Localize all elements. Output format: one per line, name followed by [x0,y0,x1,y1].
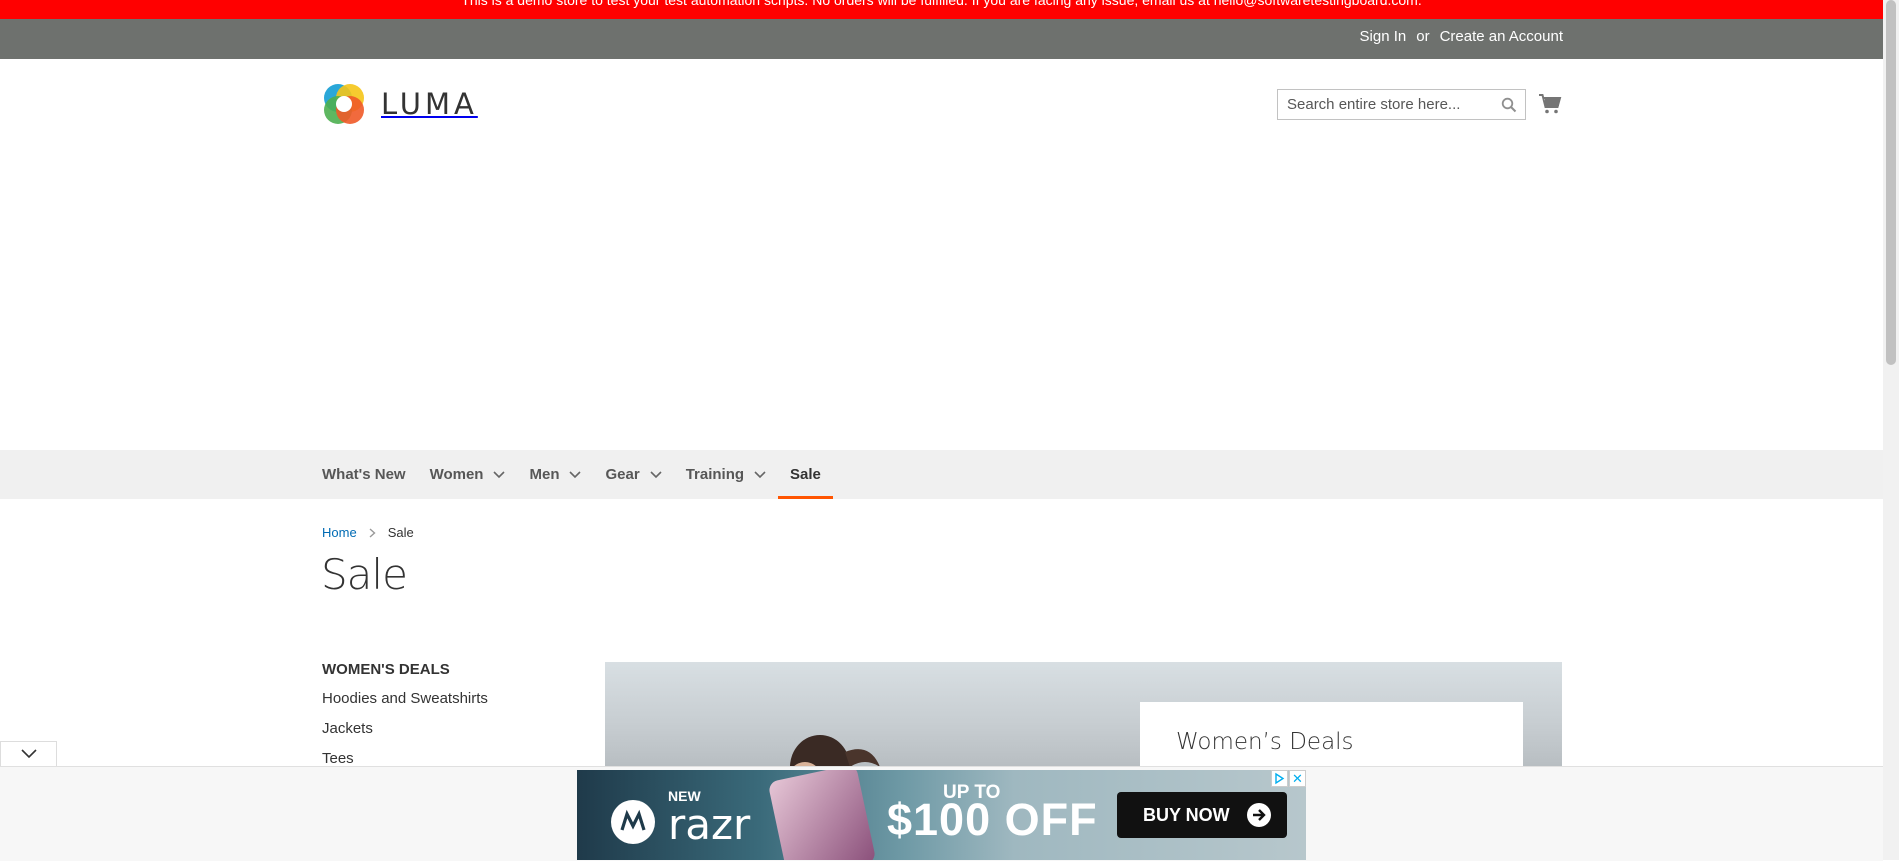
advertisement-banner[interactable]: NEW razr UP TO $100 OFF BUY NOW [577,770,1306,860]
nav-item-training[interactable]: Training [674,450,778,499]
nav-item-label: What's New [322,466,406,483]
ad-brand: razr [668,800,751,849]
sidebar-womens-deals: WOMEN'S DEALS Hoodies and Sweatshirts Ja… [322,661,488,779]
scrollbar-thumb[interactable] [1886,0,1896,365]
sidebar-item-hoodies[interactable]: Hoodies and Sweatshirts [322,689,488,719]
demo-notice-text: This is a demo store to test your test a… [461,0,1422,8]
or-text: or [1416,28,1430,45]
nav-item-women[interactable]: Women [418,450,518,499]
nav-item-whats-new[interactable]: What's New [322,450,418,499]
create-account-link[interactable]: Create an Account [1440,28,1563,45]
nav-item-gear[interactable]: Gear [593,450,673,499]
demo-notice-bar: This is a demo store to test your test a… [0,0,1883,19]
sidebar-item-jackets[interactable]: Jackets [322,719,488,749]
ad-buy-now-button[interactable]: BUY NOW [1117,792,1287,838]
page-title: Sale [321,550,408,599]
ad-buy-now-label: BUY NOW [1143,805,1230,825]
womens-deals-banner[interactable]: Women’s Deals [605,662,1562,766]
sidebar-heading: WOMEN'S DEALS [322,661,450,678]
chevron-down-icon [21,749,37,759]
page-scrollbar[interactable] [1883,0,1899,860]
banner-card: Women’s Deals [1140,702,1523,766]
ad-phone-image [767,770,877,860]
search-icon[interactable] [1501,97,1517,113]
header-links: Sign In or Create an Account [1360,28,1563,45]
logo-text: LUMA [381,87,478,121]
chevron-down-icon [650,470,662,478]
luma-logo-icon [324,84,364,124]
nav-item-label: Sale [790,466,821,483]
nav-item-label: Men [529,466,560,483]
ad-collapse-toggle[interactable] [0,741,57,766]
nav-item-men[interactable]: Men [517,450,593,499]
nav-item-label: Gear [605,466,640,483]
chevron-right-icon [369,527,376,538]
chevron-down-icon [569,470,582,478]
sign-in-link[interactable]: Sign In [1360,28,1407,45]
ad-choices-icon[interactable] [1271,770,1288,787]
search-box [1277,89,1526,120]
banner-model-image [790,735,880,766]
ad-offer: $100 OFF [887,794,1098,845]
cart-icon[interactable] [1538,92,1562,116]
banner-card-title: Women’s Deals [1176,729,1354,755]
breadcrumb: Home Sale [322,525,414,540]
chevron-down-icon [493,470,506,478]
breadcrumb-current: Sale [387,525,414,540]
nav-item-sale[interactable]: Sale [778,450,833,499]
nav-item-label: Women [429,466,484,483]
chevron-down-icon [754,470,766,478]
search-input[interactable] [1278,90,1487,119]
nav-item-label: Training [685,466,745,483]
main-navigation: What's New Women Men Gear Training Sale [0,450,1883,499]
ad-close-icon[interactable]: ✕ [1289,770,1306,787]
motorola-logo-icon [611,800,655,844]
breadcrumb-home-link[interactable]: Home [322,525,357,540]
nav-items: What's New Women Men Gear Training Sale [322,450,833,499]
arrow-right-icon [1247,803,1271,827]
store-logo[interactable]: LUMA [322,82,478,126]
header-panel: Sign In or Create an Account [0,19,1883,59]
